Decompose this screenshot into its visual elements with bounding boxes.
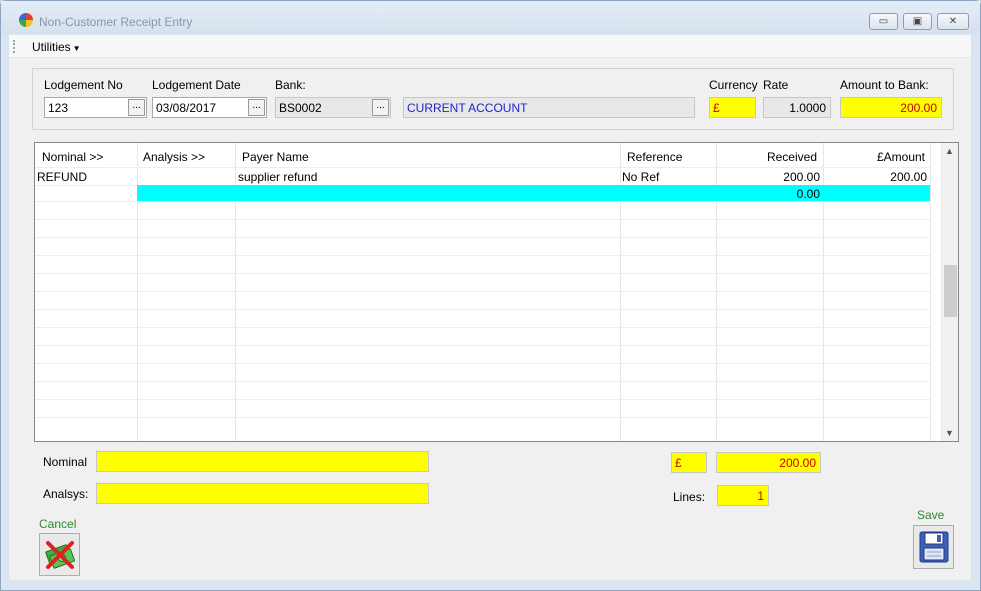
app-logo-icon: [19, 13, 33, 27]
analysis-description-field: [96, 483, 429, 504]
grid-row-divider: [35, 167, 930, 168]
lines-count-field: 1: [717, 485, 769, 506]
save-button-label: Save: [917, 508, 945, 522]
lodgement-no-lookup-button[interactable]: ...: [128, 99, 145, 116]
total-amount-field: 200.00: [716, 452, 821, 473]
utilities-menu[interactable]: Utilities ▼: [32, 40, 81, 54]
rate-input[interactable]: 1.0000: [763, 97, 831, 118]
rate-label: Rate: [763, 78, 789, 92]
grid-row-divider: [35, 399, 930, 400]
column-header-analysis[interactable]: Analysis >>: [143, 150, 205, 164]
nominal-description-field: [96, 451, 429, 472]
maximize-button[interactable]: ▣: [903, 13, 932, 30]
currency-label: Currency: [709, 78, 758, 92]
scroll-down-icon[interactable]: ▼: [945, 428, 954, 438]
form-content: Lodgement No 123 ... Lodgement Date 03/0…: [9, 58, 971, 580]
row-1-nominal-cell[interactable]: REFUND: [37, 170, 87, 184]
cancel-money-icon: [44, 540, 75, 569]
lodgement-date-picker-button[interactable]: ...: [248, 99, 265, 116]
title-bar: Non-Customer Receipt Entry ▭ ▣ ✕: [1, 1, 980, 34]
column-header-nominal[interactable]: Nominal >>: [42, 150, 103, 164]
bank-lookup-button[interactable]: ...: [372, 99, 389, 116]
save-button[interactable]: [913, 525, 954, 569]
grid-row-divider: [35, 201, 930, 202]
lines-label: Lines:: [673, 490, 706, 504]
menu-bar: Utilities ▼: [9, 35, 971, 58]
cancel-button[interactable]: [39, 533, 80, 576]
receipt-lines-grid[interactable]: Nominal >> Analysis >> Payer Name Refere…: [34, 142, 959, 442]
lodgement-header-panel: Lodgement No 123 ... Lodgement Date 03/0…: [32, 68, 954, 130]
total-currency-field: £: [671, 452, 707, 473]
amount-to-bank-label: Amount to Bank:: [840, 78, 929, 92]
floppy-disk-icon: [919, 531, 948, 563]
grid-row-divider: [35, 417, 930, 418]
scroll-up-icon[interactable]: ▲: [945, 146, 954, 156]
toolbar-grip-icon: [13, 40, 15, 53]
window-title: Non-Customer Receipt Entry: [39, 15, 193, 29]
lodgement-no-label: Lodgement No: [44, 78, 123, 92]
analysis-label: Analsys:: [43, 487, 89, 501]
nominal-label: Nominal: [43, 455, 88, 469]
grid-row-divider: [35, 291, 930, 292]
grid-row-divider: [35, 219, 930, 220]
grid-row-divider: [35, 345, 930, 346]
column-header-reference[interactable]: Reference: [627, 150, 682, 164]
lodgement-date-label: Lodgement Date: [152, 78, 241, 92]
utilities-menu-label: Utilities: [32, 40, 71, 54]
grid-row-divider: [35, 363, 930, 364]
currency-input[interactable]: £: [709, 97, 756, 118]
bank-label: Bank:: [275, 78, 306, 92]
caret-down-icon: ▼: [72, 44, 81, 53]
grid-row-divider: [35, 255, 930, 256]
minimize-button[interactable]: ▭: [869, 13, 898, 30]
app-window: Non-Customer Receipt Entry ▭ ▣ ✕ Utiliti…: [0, 0, 981, 591]
grid-column-divider: [930, 143, 931, 441]
column-header-amount[interactable]: £Amount: [824, 150, 925, 164]
amount-to-bank-input[interactable]: 200.00: [840, 97, 942, 118]
bank-name-display: CURRENT ACCOUNT: [403, 97, 695, 118]
column-header-received[interactable]: Received: [717, 150, 817, 164]
grid-row-divider: [35, 309, 930, 310]
row-1-received-cell[interactable]: 200.00: [717, 170, 820, 184]
grid-row-divider: [35, 237, 930, 238]
grid-row-divider: [35, 273, 930, 274]
scroll-thumb[interactable]: [944, 265, 957, 317]
row-1-amount-cell[interactable]: 200.00: [824, 170, 927, 184]
row-1-payer-cell[interactable]: supplier refund: [238, 170, 317, 184]
grid-row-divider: [35, 381, 930, 382]
row-2-received-cell[interactable]: 0.00: [717, 187, 820, 201]
column-header-payer-name[interactable]: Payer Name: [242, 150, 309, 164]
row-1-reference-cell[interactable]: No Ref: [622, 170, 659, 184]
close-button[interactable]: ✕: [937, 13, 969, 30]
cancel-button-label: Cancel: [39, 517, 77, 531]
grid-row-divider: [35, 327, 930, 328]
grid-vertical-scrollbar[interactable]: ▲ ▼: [941, 143, 958, 441]
